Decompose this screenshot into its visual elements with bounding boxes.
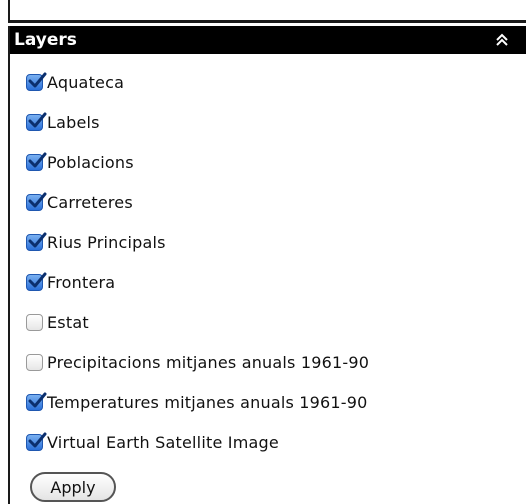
layer-row[interactable]: Rius Principals <box>26 222 369 262</box>
layer-list: Aquateca Labels Poblacions Carreteres Rius P… <box>26 62 369 462</box>
layer-checkbox-checked[interactable] <box>26 432 47 451</box>
layer-row[interactable]: Virtual Earth Satellite Image <box>26 422 369 462</box>
layer-checkbox-checked[interactable] <box>26 152 47 171</box>
layers-panel-header: Layers <box>10 26 526 54</box>
layer-checkbox-unchecked[interactable] <box>26 353 43 371</box>
layer-label[interactable]: Poblacions <box>47 153 134 172</box>
layer-row[interactable]: Frontera <box>26 262 369 302</box>
layer-label[interactable]: Aquateca <box>47 73 124 92</box>
layer-row[interactable]: Poblacions <box>26 142 369 182</box>
layers-panel: Layers Aquateca Labels Poblacions Carretere… <box>8 26 526 504</box>
layer-label[interactable]: Temperatures mitjanes anuals 1961-90 <box>47 393 368 412</box>
layer-checkbox-checked[interactable] <box>26 272 47 291</box>
apply-button[interactable]: Apply <box>30 472 116 502</box>
layer-row[interactable]: Carreteres <box>26 182 369 222</box>
layer-row[interactable]: Aquateca <box>26 62 369 102</box>
layer-row[interactable]: Labels <box>26 102 369 142</box>
layer-label[interactable]: Rius Principals <box>47 233 166 252</box>
double-chevron-up-icon[interactable] <box>492 30 512 50</box>
layer-label[interactable]: Estat <box>47 313 89 332</box>
layer-label[interactable]: Precipitacions mitjanes anuals 1961-90 <box>47 353 369 372</box>
layer-row[interactable]: Precipitacions mitjanes anuals 1961-90 <box>26 342 369 382</box>
layer-row[interactable]: Estat <box>26 302 369 342</box>
layer-checkbox-unchecked[interactable] <box>26 313 43 331</box>
layer-row[interactable]: Temperatures mitjanes anuals 1961-90 <box>26 382 369 422</box>
layer-checkbox-checked[interactable] <box>26 192 47 211</box>
layer-label[interactable]: Frontera <box>47 273 115 292</box>
panel-border-bottom <box>8 20 526 23</box>
previous-panel-edge <box>0 0 526 26</box>
layer-checkbox-checked[interactable] <box>26 112 47 131</box>
layer-label[interactable]: Labels <box>47 113 100 132</box>
layer-checkbox-checked[interactable] <box>26 392 47 411</box>
layer-label[interactable]: Carreteres <box>47 193 133 212</box>
layer-checkbox-checked[interactable] <box>26 72 47 91</box>
panel-title: Layers <box>14 30 77 50</box>
layer-checkbox-checked[interactable] <box>26 232 47 251</box>
panel-border-left <box>8 0 10 22</box>
layer-label[interactable]: Virtual Earth Satellite Image <box>47 433 279 452</box>
layer-switcher-frame: Layers Aquateca Labels Poblacions Carretere… <box>0 0 526 504</box>
